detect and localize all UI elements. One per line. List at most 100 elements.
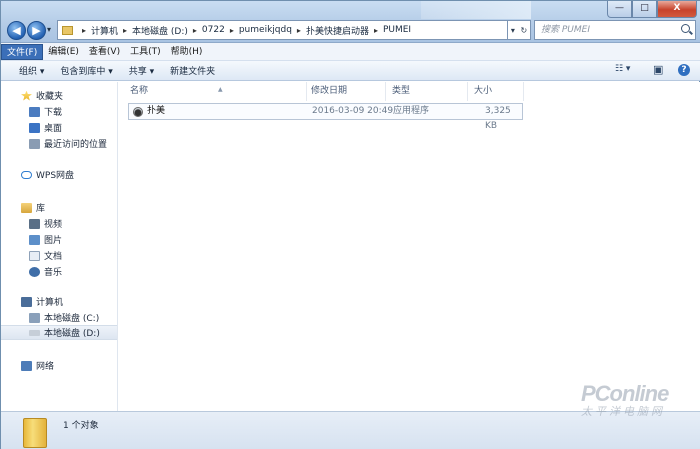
share-button[interactable]: 共享 ▾ [121, 64, 162, 77]
breadcrumb-separator[interactable]: ▸ [82, 26, 86, 35]
close-button[interactable]: X [657, 1, 697, 18]
address-dropdown-icon[interactable]: ▾ [511, 26, 515, 35]
menu-view[interactable]: 查看(V) [84, 44, 125, 60]
recent-places-icon [29, 138, 40, 149]
refresh-icon[interactable]: ↻ [520, 26, 527, 35]
breadcrumb-0722[interactable]: 0722 [202, 25, 225, 35]
video-icon [29, 218, 40, 229]
star-icon [21, 90, 32, 101]
preview-pane-icon[interactable]: ▣ [653, 63, 663, 77]
table-row[interactable]: 扑美 2016-03-09 20:49 应用程序 3,325 KB [128, 103, 523, 131]
minimize-button[interactable]: — [607, 1, 632, 18]
sidebar-item-label: 视频 [44, 220, 63, 230]
search-icon[interactable] [681, 24, 690, 33]
column-header-type[interactable]: 类型 [386, 82, 468, 101]
network-icon [21, 360, 32, 371]
column-header-size[interactable]: 大小 [468, 82, 524, 101]
menu-file[interactable]: 文件(F) [1, 43, 44, 60]
watermark: PConline 太平洋电脑网 [581, 381, 693, 425]
sidebar-item-downloads[interactable]: 下载 [29, 104, 62, 119]
watermark-text: 太平洋电脑网 [581, 406, 665, 418]
navigation-bar: — □ X ◀ ▶ ▾ ▸ 计算机 ▸ 本地磁盘 (D:) ▸ 0722 ▸ p… [1, 1, 700, 43]
folder-icon [23, 418, 47, 448]
breadcrumb-drive-d[interactable]: 本地磁盘 (D:) [132, 24, 188, 37]
sidebar-item-label: 下载 [44, 108, 63, 118]
file-size: 3,325 KB [485, 106, 511, 131]
background-blur [421, 1, 531, 19]
sidebar-item-label: 桌面 [44, 124, 63, 134]
file-date: 2016-03-09 20:49 [312, 106, 394, 116]
file-type: 应用程序 [393, 106, 430, 116]
organize-button[interactable]: 组织 ▾ [1, 64, 52, 77]
column-header-date[interactable]: 修改日期 [305, 82, 386, 101]
new-folder-button[interactable]: 新建文件夹 [162, 64, 223, 77]
search-input[interactable]: 搜索 PUMEI [534, 20, 696, 40]
address-bar[interactable]: ▸ 计算机 ▸ 本地磁盘 (D:) ▸ 0722 ▸ pumeikjqdq ▸ … [57, 20, 508, 40]
breadcrumb-pumei[interactable]: PUMEI [383, 25, 411, 35]
sidebar-item-label: 库 [36, 204, 46, 214]
breadcrumb-separator[interactable]: ▸ [123, 26, 127, 35]
breadcrumb-launcher[interactable]: 扑美快捷启动器 [306, 24, 369, 37]
forward-button[interactable]: ▶ [27, 21, 46, 40]
sidebar-item-label: 文档 [44, 252, 63, 262]
document-icon [29, 250, 40, 261]
music-icon [29, 266, 40, 277]
sidebar-item-libraries[interactable]: 库 [21, 200, 45, 215]
include-in-library-button[interactable]: 包含到库中 ▾ [52, 64, 120, 77]
drive-icon [29, 312, 40, 323]
sidebar-item-drive-d[interactable]: 本地磁盘 (D:) [1, 325, 117, 340]
breadcrumb-separator[interactable]: ▸ [297, 26, 301, 35]
help-icon[interactable]: ? [678, 64, 690, 76]
item-count: 1 个对象 [63, 421, 99, 431]
computer-icon [21, 296, 32, 307]
cloud-icon [21, 170, 32, 179]
view-options-icon[interactable]: ☷ ▾ [615, 64, 630, 78]
application-icon [133, 107, 143, 117]
address-controls: ▾ ↻ [508, 20, 531, 40]
sidebar-item-favorites[interactable]: 收藏夹 [21, 88, 63, 103]
sidebar-item-label: 音乐 [44, 268, 63, 278]
sidebar-item-wps-cloud[interactable]: WPS网盘 [21, 167, 74, 182]
menu-bar: 文件(F) 编辑(E) 查看(V) 工具(T) 帮助(H) [1, 43, 700, 61]
sort-arrow-icon: ▲ [218, 86, 223, 93]
sidebar-item-recent[interactable]: 最近访问的位置 [29, 136, 107, 151]
library-icon [21, 202, 32, 213]
sidebar-item-music[interactable]: 音乐 [29, 264, 62, 279]
explorer-window: — □ X ◀ ▶ ▾ ▸ 计算机 ▸ 本地磁盘 (D:) ▸ 0722 ▸ p… [0, 0, 700, 449]
column-label: 名称 [130, 86, 149, 96]
sidebar-item-desktop[interactable]: 桌面 [29, 120, 62, 135]
breadcrumb-pumeikjqdq[interactable]: pumeikjqdq [239, 25, 292, 35]
sidebar-item-label: 网络 [36, 362, 55, 372]
desktop-icon [29, 122, 40, 133]
sidebar-item-documents[interactable]: 文档 [29, 248, 62, 263]
navigation-pane: 收藏夹 下载 桌面 最近访问的位置 WPS网盘 库 视频 图片 文档 音乐 计算… [1, 82, 118, 411]
breadcrumb-separator[interactable]: ▸ [193, 26, 197, 35]
back-button[interactable]: ◀ [7, 21, 26, 40]
command-toolbar: 组织 ▾ 包含到库中 ▾ 共享 ▾ 新建文件夹 ☷ ▾ ▣ ? [1, 61, 700, 81]
sidebar-item-label: 本地磁盘 (D:) [44, 329, 100, 339]
breadcrumb-separator[interactable]: ▸ [374, 26, 378, 35]
sidebar-item-drive-c[interactable]: 本地磁盘 (C:) [29, 310, 99, 325]
menu-help[interactable]: 帮助(H) [166, 44, 208, 60]
sidebar-item-label: WPS网盘 [36, 171, 75, 181]
search-placeholder: 搜索 PUMEI [541, 25, 590, 35]
file-name: 扑美 [147, 106, 166, 116]
menu-edit[interactable]: 编辑(E) [43, 44, 84, 60]
sidebar-item-pictures[interactable]: 图片 [29, 232, 62, 247]
maximize-button[interactable]: □ [632, 1, 657, 18]
breadcrumb-computer[interactable]: 计算机 [91, 24, 118, 37]
sidebar-item-label: 最近访问的位置 [44, 140, 108, 150]
download-folder-icon [29, 106, 40, 117]
sidebar-item-label: 收藏夹 [36, 92, 64, 102]
drive-icon [29, 329, 40, 336]
sidebar-item-label: 计算机 [36, 298, 64, 308]
breadcrumb-separator[interactable]: ▸ [230, 26, 234, 35]
column-header-name[interactable]: 名称 ▲ [124, 82, 307, 101]
sidebar-item-videos[interactable]: 视频 [29, 216, 62, 231]
sidebar-item-network[interactable]: 网络 [21, 358, 54, 373]
menu-tools[interactable]: 工具(T) [125, 44, 166, 60]
sidebar-item-computer[interactable]: 计算机 [21, 294, 63, 309]
sidebar-item-label: 本地磁盘 (C:) [44, 314, 100, 324]
recent-pages-dropdown-icon[interactable]: ▾ [47, 25, 51, 34]
sidebar-item-label: 图片 [44, 236, 63, 246]
